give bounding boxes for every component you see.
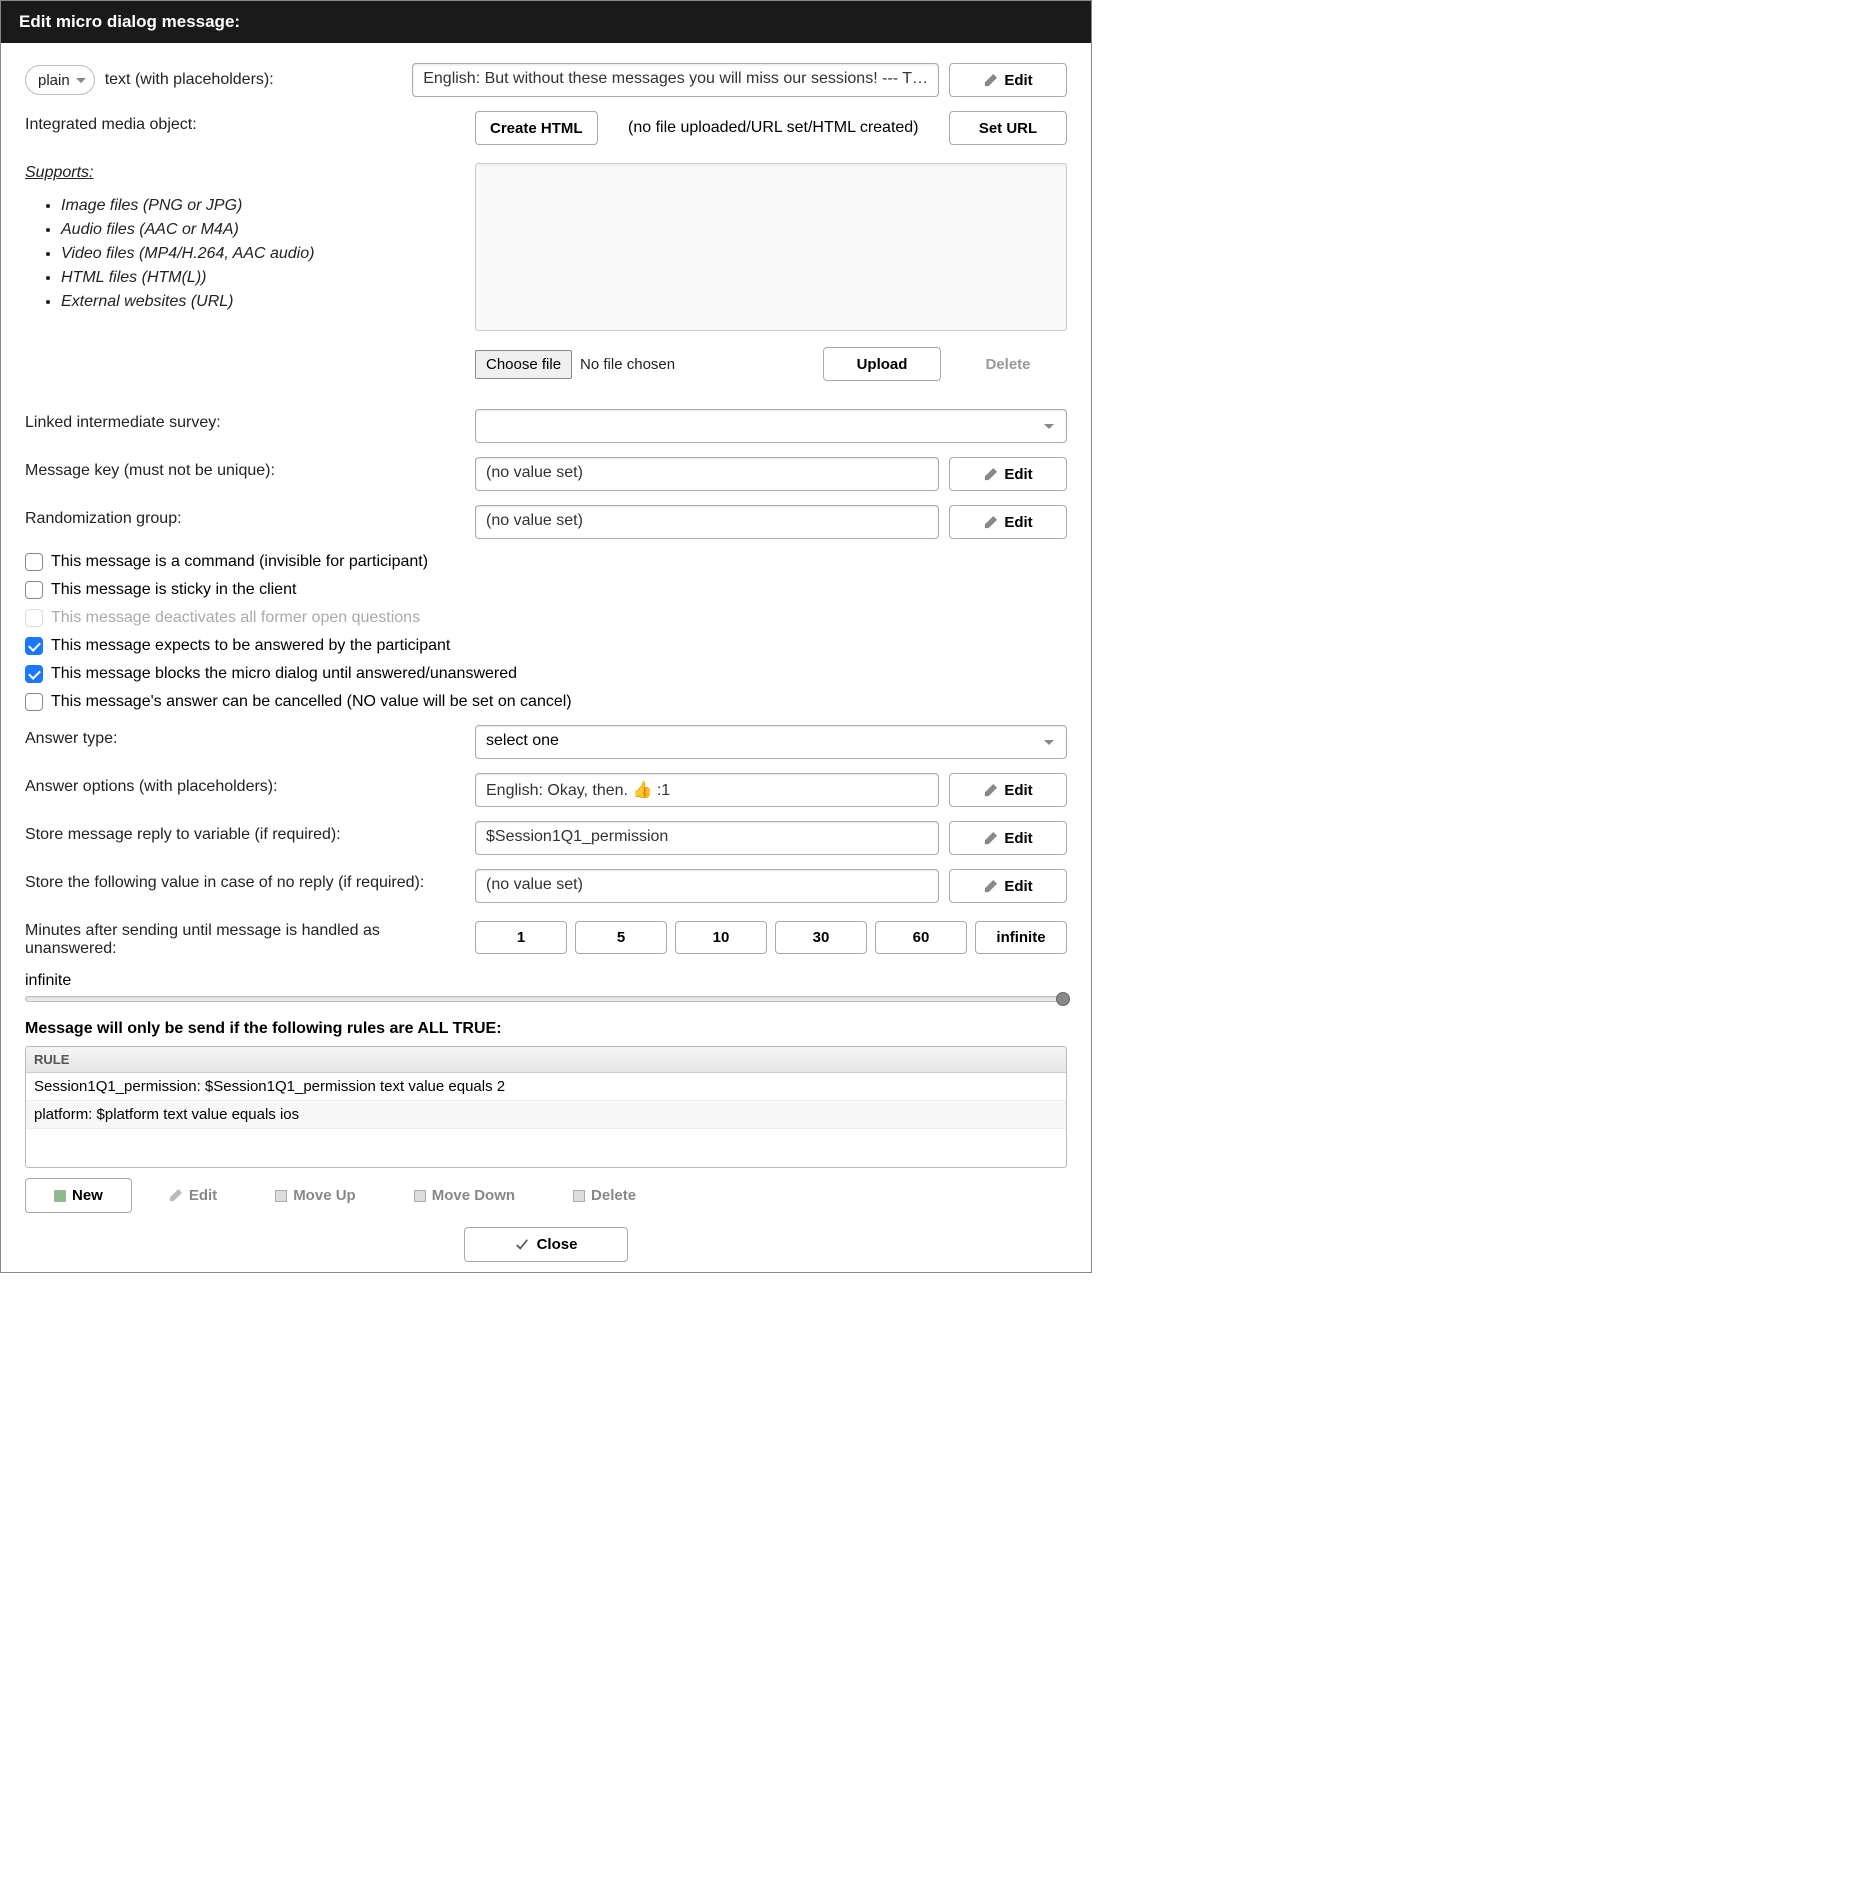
supports-label: Supports: bbox=[25, 164, 475, 182]
pencil-icon bbox=[983, 515, 998, 530]
rules-table: RULE Session1Q1_permission: $Session1Q1_… bbox=[25, 1046, 1067, 1168]
store-var-label: Store message reply to variable (if requ… bbox=[25, 821, 475, 844]
choose-file-button[interactable]: Choose file bbox=[475, 350, 572, 379]
minute-preset-1[interactable]: 1 bbox=[475, 921, 567, 954]
rules-toolbar: New Edit Move Up Move Down Delete bbox=[25, 1178, 1067, 1213]
file-status: No file chosen bbox=[580, 356, 815, 373]
checkbox-icon[interactable] bbox=[25, 665, 43, 683]
check-cancel[interactable]: This message's answer can be cancelled (… bbox=[25, 693, 1067, 711]
minute-preset-5[interactable]: 5 bbox=[575, 921, 667, 954]
check-blocks[interactable]: This message blocks the micro dialog unt… bbox=[25, 665, 1067, 683]
create-html-button[interactable]: Create HTML bbox=[475, 111, 598, 145]
answer-type-label: Answer type: bbox=[25, 725, 475, 748]
edit-rule-button: Edit bbox=[146, 1179, 239, 1212]
check-command[interactable]: This message is a command (invisible for… bbox=[25, 553, 1067, 571]
minute-preset-infinite[interactable]: infinite bbox=[975, 921, 1067, 954]
move-up-button: Move Up bbox=[253, 1179, 378, 1212]
checkbox-icon[interactable] bbox=[25, 553, 43, 571]
no-reply-display: (no value set) bbox=[475, 869, 939, 903]
media-status: (no file uploaded/URL set/HTML created) bbox=[608, 119, 939, 137]
arrow-down-icon bbox=[414, 1190, 426, 1202]
supports-item: External websites (URL) bbox=[61, 290, 475, 314]
dialog: Edit micro dialog message: plain text (w… bbox=[0, 0, 1092, 1273]
supports-item: Video files (MP4/H.264, AAC audio) bbox=[61, 242, 475, 266]
minutes-label: Minutes after sending until message is h… bbox=[25, 917, 475, 958]
table-row[interactable]: platform: $platform text value equals io… bbox=[26, 1101, 1066, 1129]
rules-empty bbox=[26, 1129, 1066, 1167]
checkbox-icon bbox=[25, 609, 43, 627]
answer-type-select[interactable]: select one bbox=[475, 725, 1067, 759]
new-rule-button[interactable]: New bbox=[25, 1178, 132, 1213]
checkbox-icon[interactable] bbox=[25, 581, 43, 599]
random-group-display: (no value set) bbox=[475, 505, 939, 539]
check-expects[interactable]: This message expects to be answered by t… bbox=[25, 637, 1067, 655]
message-text-display: English: But without these messages you … bbox=[412, 63, 939, 97]
minutes-slider[interactable] bbox=[25, 996, 1067, 1002]
check-icon bbox=[515, 1238, 529, 1252]
delete-media-button[interactable]: Delete bbox=[949, 347, 1067, 381]
pencil-icon bbox=[983, 879, 998, 894]
dialog-body: plain text (with placeholders): English:… bbox=[1, 43, 1091, 1272]
pencil-icon bbox=[983, 73, 998, 88]
plus-icon bbox=[54, 1190, 66, 1202]
supports-list: Image files (PNG or JPG) Audio files (AA… bbox=[61, 194, 475, 314]
minus-icon bbox=[573, 1190, 585, 1202]
check-sticky[interactable]: This message is sticky in the client bbox=[25, 581, 1067, 599]
pencil-icon bbox=[983, 783, 998, 798]
media-label: Integrated media object: bbox=[25, 116, 475, 134]
answer-options-display: English: Okay, then. 👍 :1 bbox=[475, 773, 939, 807]
edit-random-group-button[interactable]: Edit bbox=[949, 505, 1067, 539]
edit-store-var-button[interactable]: Edit bbox=[949, 821, 1067, 855]
arrow-up-icon bbox=[275, 1190, 287, 1202]
supports-item: HTML files (HTM(L)) bbox=[61, 266, 475, 290]
close-button[interactable]: Close bbox=[464, 1227, 629, 1262]
answer-options-label: Answer options (with placeholders): bbox=[25, 773, 475, 796]
text-type-select[interactable]: plain bbox=[25, 65, 95, 95]
checkbox-icon[interactable] bbox=[25, 637, 43, 655]
edit-message-text-button[interactable]: Edit bbox=[949, 63, 1067, 97]
delete-rule-button: Delete bbox=[551, 1179, 658, 1212]
message-key-display: (no value set) bbox=[475, 457, 939, 491]
rules-title: Message will only be send if the followi… bbox=[25, 1020, 1067, 1038]
set-url-button[interactable]: Set URL bbox=[949, 111, 1067, 145]
edit-message-key-button[interactable]: Edit bbox=[949, 457, 1067, 491]
pencil-icon bbox=[983, 467, 998, 482]
supports-item: Image files (PNG or JPG) bbox=[61, 194, 475, 218]
survey-label: Linked intermediate survey: bbox=[25, 409, 475, 432]
upload-button[interactable]: Upload bbox=[823, 347, 941, 381]
table-row[interactable]: Session1Q1_permission: $Session1Q1_permi… bbox=[26, 1073, 1066, 1101]
supports-item: Audio files (AAC or M4A) bbox=[61, 218, 475, 242]
edit-no-reply-button[interactable]: Edit bbox=[949, 869, 1067, 903]
media-preview bbox=[475, 163, 1067, 331]
message-key-label: Message key (must not be unique): bbox=[25, 457, 475, 480]
minute-preset-10[interactable]: 10 bbox=[675, 921, 767, 954]
minute-preset-60[interactable]: 60 bbox=[875, 921, 967, 954]
edit-answer-options-button[interactable]: Edit bbox=[949, 773, 1067, 807]
minute-preset-30[interactable]: 30 bbox=[775, 921, 867, 954]
rules-header: RULE bbox=[26, 1047, 1066, 1073]
store-var-display: $Session1Q1_permission bbox=[475, 821, 939, 855]
slider-thumb[interactable] bbox=[1056, 992, 1070, 1006]
pencil-icon bbox=[983, 831, 998, 846]
no-reply-label: Store the following value in case of no … bbox=[25, 869, 475, 892]
message-text-row: plain text (with placeholders): English:… bbox=[25, 63, 1067, 97]
random-group-label: Randomization group: bbox=[25, 505, 475, 528]
move-down-button: Move Down bbox=[392, 1179, 537, 1212]
check-deactivate: This message deactivates all former open… bbox=[25, 609, 1067, 627]
pencil-icon bbox=[168, 1188, 183, 1203]
text-type-label: text (with placeholders): bbox=[105, 71, 274, 89]
slider-value: infinite bbox=[25, 972, 1067, 990]
survey-select[interactable] bbox=[475, 409, 1067, 443]
dialog-title: Edit micro dialog message: bbox=[1, 1, 1091, 43]
checkbox-icon[interactable] bbox=[25, 693, 43, 711]
